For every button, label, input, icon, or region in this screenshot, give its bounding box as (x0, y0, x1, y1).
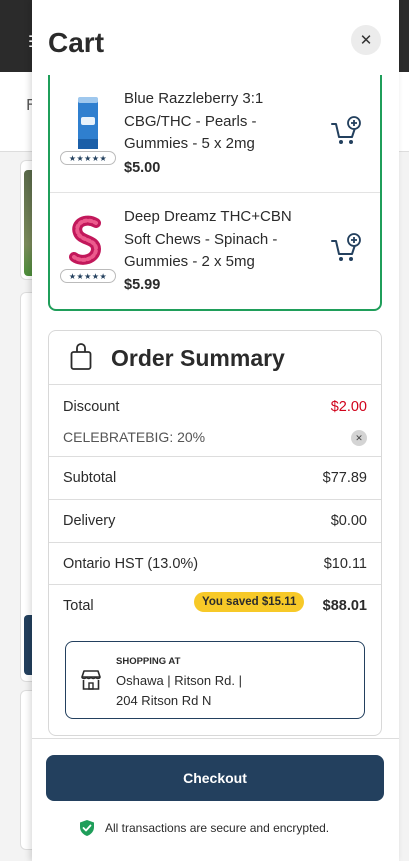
total-value: $88.01 (322, 598, 367, 614)
discount-row: Discount $2.00 CELEBRATEBIG: 20% ✕ (49, 386, 381, 457)
delivery-label: Delivery (63, 513, 116, 529)
tax-label: Ontario HST (13.0%) (63, 556, 199, 572)
order-summary: Order Summary Discount $2.00 CELEBRATEBI… (48, 330, 382, 736)
cart-scroll-area[interactable]: ★★★★★ Blue Razzleberry 3:1 CBG/THC - Pea… (32, 72, 399, 738)
total-label: Total (63, 598, 94, 614)
discount-value: $2.00 (330, 399, 367, 415)
total-row: Total You saved $15.11 $88.01 (49, 585, 381, 627)
product-name[interactable]: Deep Dreamz THC+CBN Soft Chews - Spinach… (124, 206, 314, 274)
add-to-cart-icon (331, 233, 361, 261)
product-price: $5.99 (124, 277, 161, 293)
storefront-icon (81, 670, 101, 690)
order-summary-header: Order Summary (49, 331, 381, 385)
rating-stars: ★★★★★ (60, 151, 116, 165)
store-address-line2: 204 Ritson Rd N (116, 693, 212, 708)
savings-badge: You saved $15.11 (194, 592, 305, 612)
tax-value: $10.11 (323, 556, 367, 572)
add-to-cart-button[interactable] (330, 115, 362, 147)
shopping-bag-icon (70, 343, 92, 370)
recommended-products: ★★★★★ Blue Razzleberry 3:1 CBG/THC - Pea… (48, 75, 382, 311)
discount-label: Discount (63, 399, 120, 415)
shopping-at-label: SHOPPING AT (116, 656, 181, 667)
product-image[interactable]: ★★★★★ (60, 95, 116, 165)
cart-footer: Checkout All transactions are secure and… (32, 738, 399, 861)
product-name[interactable]: Blue Razzleberry 3:1 CBG/THC - Pearls - … (124, 88, 314, 156)
cart-title: Cart (48, 27, 105, 58)
close-button[interactable]: ✕ (351, 25, 381, 55)
product-item: ★★★★★ Deep Dreamz THC+CBN Soft Chews - S… (50, 192, 380, 308)
product-item: ★★★★★ Blue Razzleberry 3:1 CBG/THC - Pea… (50, 75, 380, 191)
secure-text: All transactions are secure and encrypte… (105, 821, 330, 835)
shield-check-icon (80, 820, 94, 836)
product-price: $5.00 (124, 160, 161, 176)
tax-row: Ontario HST (13.0%) $10.11 (49, 543, 381, 585)
subtotal-row: Subtotal $77.89 (49, 457, 381, 500)
rating-stars: ★★★★★ (60, 269, 116, 283)
delivery-row: Delivery $0.00 (49, 500, 381, 543)
order-summary-title: Order Summary (111, 345, 285, 371)
cart-drawer: Cart ✕ ★★★★★ Blue Razzleberry 3:1 CBG/TH… (32, 0, 399, 861)
store-card[interactable]: SHOPPING AT Oshawa | Ritson Rd. | 204 Ri… (65, 641, 365, 719)
store-address-line1: Oshawa | Ritson Rd. | (116, 673, 242, 688)
cart-header: Cart ✕ (32, 0, 399, 78)
close-icon: ✕ (355, 432, 363, 443)
close-icon: ✕ (359, 31, 373, 49)
add-to-cart-icon (331, 116, 361, 144)
add-to-cart-button[interactable] (330, 232, 362, 264)
subtotal-value: $77.89 (322, 470, 367, 486)
delivery-value: $0.00 (330, 513, 367, 529)
secure-notice: All transactions are secure and encrypte… (79, 819, 329, 837)
store-address: Oshawa | Ritson Rd. | 204 Ritson Rd N (116, 671, 316, 711)
product-image[interactable]: ★★★★★ (60, 213, 116, 283)
promo-code: CELEBRATEBIG: 20% (63, 429, 206, 445)
checkout-button[interactable]: Checkout (46, 755, 384, 801)
remove-promo-button[interactable]: ✕ (351, 430, 367, 446)
subtotal-label: Subtotal (63, 470, 117, 486)
